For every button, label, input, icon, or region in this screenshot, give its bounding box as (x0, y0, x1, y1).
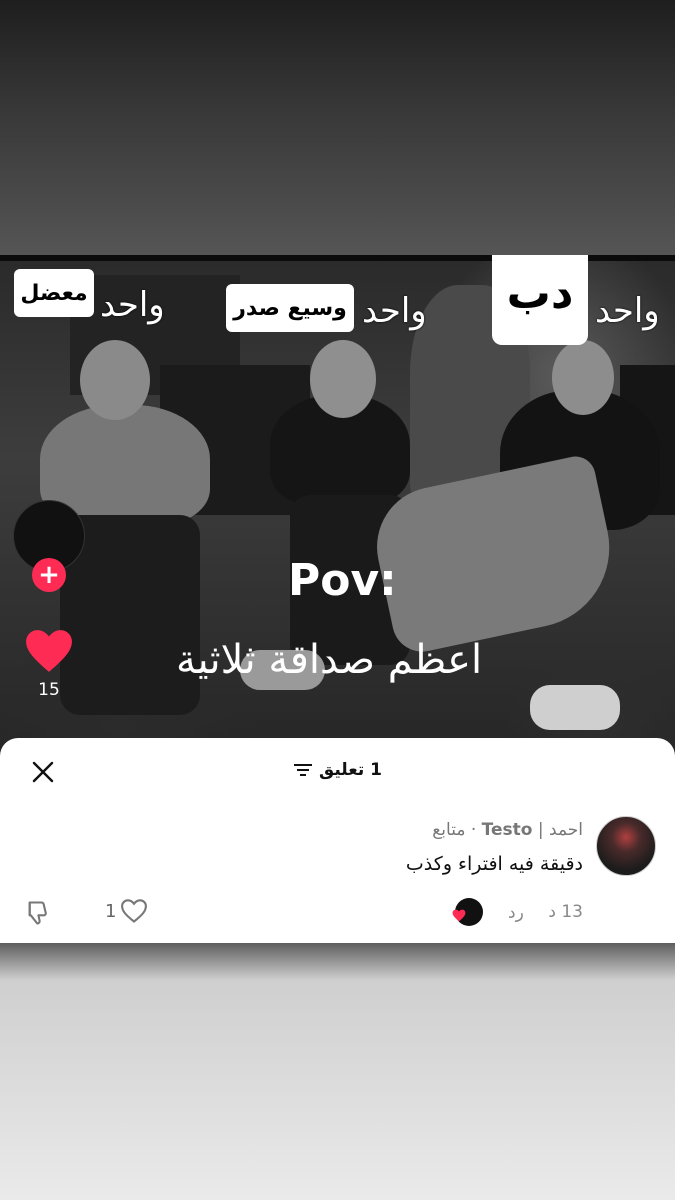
follow-status: متابع (432, 820, 466, 840)
heart-outline-icon[interactable] (120, 898, 148, 924)
person-left-head (80, 340, 150, 420)
comment-text: دقيقة فيه افتراء وكذب (405, 853, 583, 875)
author-name[interactable]: احمد (549, 820, 583, 840)
overlay-label: واحد (362, 291, 427, 331)
thumbs-down-icon[interactable] (24, 899, 54, 927)
pov-caption: اعظم صداقة ثلاثية (176, 637, 483, 683)
video-frame[interactable]: واحد معضل واحد وسيع صدر واحد دب Pov: اعظ… (0, 255, 675, 755)
overlay-tag: دب (492, 255, 588, 345)
filter-icon[interactable] (293, 762, 313, 778)
comments-sheet: 1 تعليق احمد | Testo · متابع دقيقة فيه ا… (0, 738, 675, 943)
comment-like-button[interactable]: 1 (105, 898, 148, 924)
pov-title: Pov: (288, 555, 397, 606)
commenter-avatar[interactable] (596, 816, 656, 876)
overlay-tag: وسيع صدر (226, 284, 354, 332)
person-right-head (552, 340, 614, 415)
sneaker (530, 685, 620, 730)
reply-button[interactable]: رد (508, 903, 524, 923)
sheet-header: 1 تعليق (0, 760, 675, 780)
overlay-tag: معضل (14, 269, 94, 317)
comment-author-line[interactable]: احمد | Testo · متابع (432, 820, 583, 840)
person-middle-head (310, 340, 376, 418)
overlay-label: واحد (100, 285, 165, 325)
follow-plus-icon[interactable]: + (32, 558, 66, 592)
side-actions: + 15 (10, 500, 90, 740)
comment-count: 1 تعليق (319, 760, 382, 780)
comment-like-count: 1 (105, 900, 117, 922)
author-handle[interactable]: Testo (482, 820, 533, 840)
comment-time: 13 د (548, 902, 583, 922)
overlay-label: واحد (595, 291, 660, 331)
like-count: 15 (38, 680, 60, 700)
heart-filled-icon (452, 909, 466, 922)
heart-filled-icon[interactable] (24, 628, 74, 674)
